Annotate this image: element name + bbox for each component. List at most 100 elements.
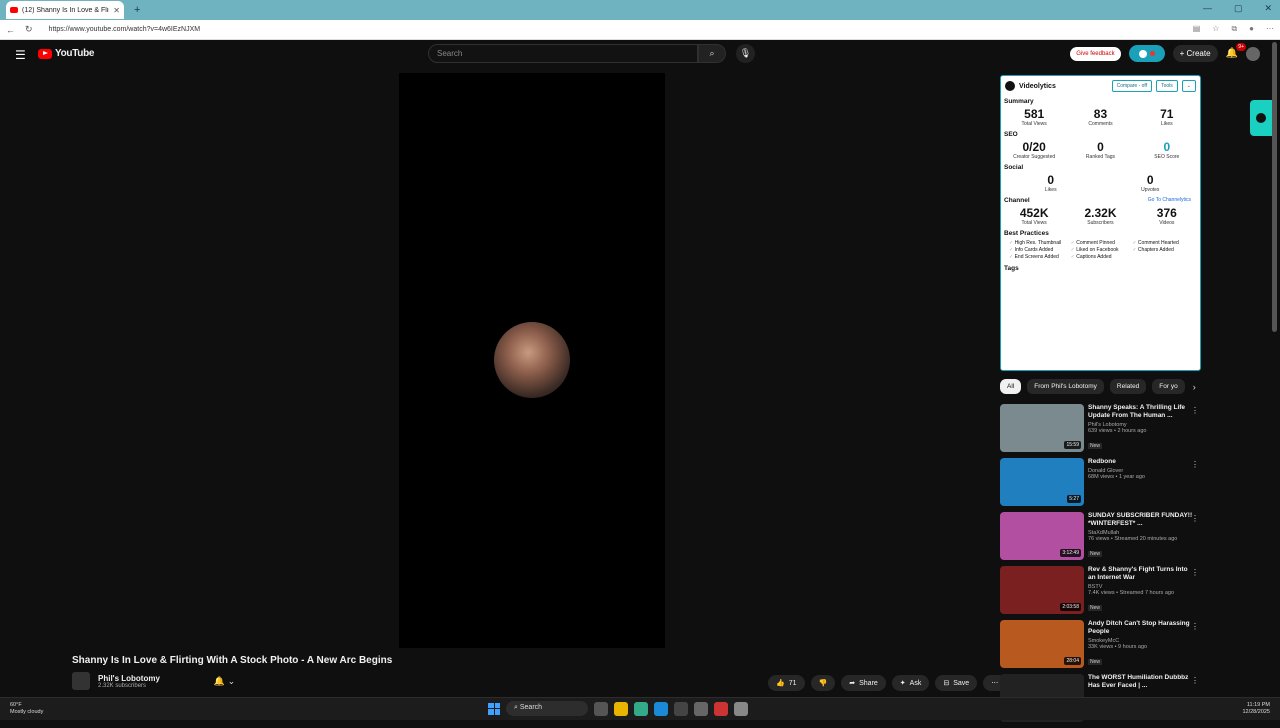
search-input[interactable]: Search xyxy=(428,44,698,63)
stat-channel-views: 452K Total Views xyxy=(1019,206,1049,226)
browser-tabbar: (12) Shanny Is In Love & Flirting W... ✕… xyxy=(0,0,1280,20)
bp-item: Captions Added xyxy=(1071,254,1131,260)
weather-widget[interactable]: 60°F Mostly cloudy xyxy=(10,702,43,716)
stat-channel-subscribers: 2.32K Subscribers xyxy=(1084,206,1117,226)
recommendation-item[interactable]: 15:59 Shanny Speaks: A Thrilling Life Upd… xyxy=(1000,404,1205,458)
new-badge: New xyxy=(1088,551,1103,557)
new-tab-button[interactable]: + xyxy=(134,4,140,16)
stat-creator-suggested: 0/20 Creator Suggested xyxy=(1013,140,1056,160)
like-button[interactable]: 👍 71 xyxy=(768,675,805,691)
more-options-icon[interactable]: ⋮ xyxy=(1191,406,1199,415)
share-button[interactable]: ➦ Share xyxy=(841,675,886,691)
compare-toggle[interactable]: Compare - off xyxy=(1111,80,1153,92)
bp-item: End Screens Added xyxy=(1009,254,1069,260)
close-window-icon[interactable]: ✕ xyxy=(1264,3,1272,14)
more-options-icon[interactable]: ⋮ xyxy=(1191,568,1199,577)
new-badge: New xyxy=(1088,605,1103,611)
chip-related[interactable]: Related xyxy=(1109,379,1147,394)
extensions-icon[interactable]: ⧉ xyxy=(1231,24,1237,34)
profile-icon[interactable]: ● xyxy=(1249,24,1254,34)
rec-title[interactable]: Andy Ditch Can't Stop Harassing People xyxy=(1088,620,1196,636)
menu-icon[interactable]: ⋯ xyxy=(1266,24,1274,34)
app-icon-doc[interactable] xyxy=(734,701,748,716)
browser-tab[interactable]: (12) Shanny Is In Love & Flirting W... ✕ xyxy=(6,1,124,19)
video-thumbnail[interactable]: 28:04 xyxy=(1000,620,1084,668)
video-player[interactable] xyxy=(399,73,665,648)
taskbar-search[interactable]: ⌕ Search xyxy=(506,701,588,716)
rec-meta: 76 views • Streamed 20 minutes ago xyxy=(1088,536,1178,542)
back-icon[interactable]: ← xyxy=(6,25,15,35)
more-options-icon[interactable]: ⋮ xyxy=(1191,514,1199,523)
more-options-icon[interactable]: ⋮ xyxy=(1191,676,1199,685)
file-explorer-icon[interactable] xyxy=(614,701,628,716)
ask-button[interactable]: ✦ Ask xyxy=(891,675,930,691)
subscriber-count: 2.32K subscribers xyxy=(98,682,147,689)
save-button[interactable]: ⊟ Save xyxy=(935,675,978,691)
rec-title[interactable]: Shanny Speaks: A Thrilling Life Update F… xyxy=(1088,404,1196,420)
minimize-icon[interactable]: — xyxy=(1203,3,1212,14)
create-button[interactable]: + Create xyxy=(1172,45,1218,62)
videolytics-side-tab[interactable] xyxy=(1250,100,1272,136)
bp-item: Liked on Facebook xyxy=(1071,247,1131,253)
close-tab-icon[interactable]: ✕ xyxy=(113,6,120,15)
dislike-button[interactable]: 👎 xyxy=(810,675,836,691)
search-button[interactable]: ⌕ xyxy=(698,44,726,63)
favorite-icon[interactable]: ☆ xyxy=(1212,24,1219,34)
page-scrollbar[interactable] xyxy=(1272,42,1277,332)
video-thumbnail[interactable]: 15:59 xyxy=(1000,404,1084,452)
chrome-icon[interactable] xyxy=(634,701,648,716)
chip-from-channel[interactable]: From Phil's Lobotomy xyxy=(1027,379,1104,394)
stat-ranked-tags: 0 Ranked Tags xyxy=(1085,140,1116,160)
more-options-icon[interactable]: ⋮ xyxy=(1191,622,1199,631)
voice-search-icon[interactable]: 🎙 xyxy=(736,44,755,63)
rec-title[interactable]: Rev & Shanny's Fight Turns Into an Inter… xyxy=(1088,566,1196,582)
windows-start-icon[interactable] xyxy=(488,702,500,715)
rec-meta: 639 views • 2 hours ago xyxy=(1088,428,1147,434)
rec-title[interactable]: The WORST Humiliation Dubbbz Has Ever Fa… xyxy=(1088,674,1196,690)
stat-comments: 83 Comments xyxy=(1088,107,1113,127)
app-icon-red[interactable] xyxy=(714,701,728,716)
store-icon[interactable] xyxy=(674,701,688,716)
notifications-bell-icon[interactable]: 🔔 9+ xyxy=(1226,43,1246,59)
channel-name[interactable]: Phil's Lobotomy xyxy=(98,674,160,683)
more-options-icon[interactable]: ⋮ xyxy=(1191,460,1199,469)
stat-total-views: 581 Total Views xyxy=(1021,107,1047,127)
recommendation-item[interactable]: 5:27 Redbone Donald Glover 68M views • 1 ye… xyxy=(1000,458,1205,512)
video-actions: 👍 71 👎 ➦ Share ✦ Ask ⊟ Save ⋯ xyxy=(768,675,1007,691)
system-clock[interactable]: 11:19 PM 12/28/2025 xyxy=(1242,702,1270,716)
channelytics-link[interactable]: Go To Channelytics xyxy=(1148,197,1191,203)
bp-item: Chapters Added xyxy=(1132,247,1192,253)
video-thumbnail[interactable]: 2:03:58 xyxy=(1000,566,1084,614)
subscription-bell-icon[interactable]: 🔔 ⌄ xyxy=(214,676,235,687)
recommendation-item[interactable]: 2:03:58 Rev & Shanny's Fight Turns Into a… xyxy=(1000,566,1205,620)
tools-dropdown[interactable]: Tools xyxy=(1156,80,1178,92)
rec-title[interactable]: Redbone xyxy=(1088,458,1196,466)
chip-for-you[interactable]: For yo xyxy=(1152,379,1185,394)
rec-meta: 33K views • 9 hours ago xyxy=(1088,644,1148,650)
channel-avatar[interactable] xyxy=(72,672,90,690)
task-view-icon[interactable] xyxy=(594,701,608,716)
recording-toggle[interactable] xyxy=(1128,45,1165,62)
recommendation-item[interactable]: 28:04 Andy Ditch Can't Stop Harassing Peo… xyxy=(1000,620,1205,674)
chip-all[interactable]: All xyxy=(1000,379,1022,394)
edge-icon[interactable] xyxy=(654,701,668,716)
youtube-logo[interactable]: YouTube xyxy=(38,48,95,59)
video-thumbnail[interactable]: 3:12:49 xyxy=(1000,512,1084,560)
url-field[interactable]: https://www.youtube.com/watch?v=4w6IEzNJ… xyxy=(49,26,201,33)
collapse-chevron-icon[interactable]: ⌄ xyxy=(1181,80,1196,92)
seo-label: SEO xyxy=(1004,131,1018,138)
give-feedback-button[interactable]: Give feedback xyxy=(1070,46,1121,61)
rec-title[interactable]: SUNDAY SUBSCRIBER FUNDAY!! *WINTERFEST* … xyxy=(1088,512,1196,528)
hamburger-menu-icon[interactable]: ☰ xyxy=(15,48,26,62)
bp-item: Info Cards Added xyxy=(1009,247,1069,253)
account-avatar[interactable] xyxy=(1246,46,1260,61)
maximize-icon[interactable]: ▢ xyxy=(1234,3,1243,14)
search-icon: ⌕ xyxy=(709,48,715,58)
recommendation-item[interactable]: 3:12:49 SUNDAY SUBSCRIBER FUNDAY!! *WINTE… xyxy=(1000,512,1205,566)
video-thumbnail[interactable]: 5:27 xyxy=(1000,458,1084,506)
video-duration: 3:12:49 xyxy=(1060,549,1081,557)
app-icon[interactable] xyxy=(694,701,708,716)
refresh-icon[interactable]: ↻ xyxy=(25,24,33,35)
chips-next-icon[interactable]: › xyxy=(1193,382,1196,392)
reader-icon[interactable]: ▤ xyxy=(1193,24,1201,34)
